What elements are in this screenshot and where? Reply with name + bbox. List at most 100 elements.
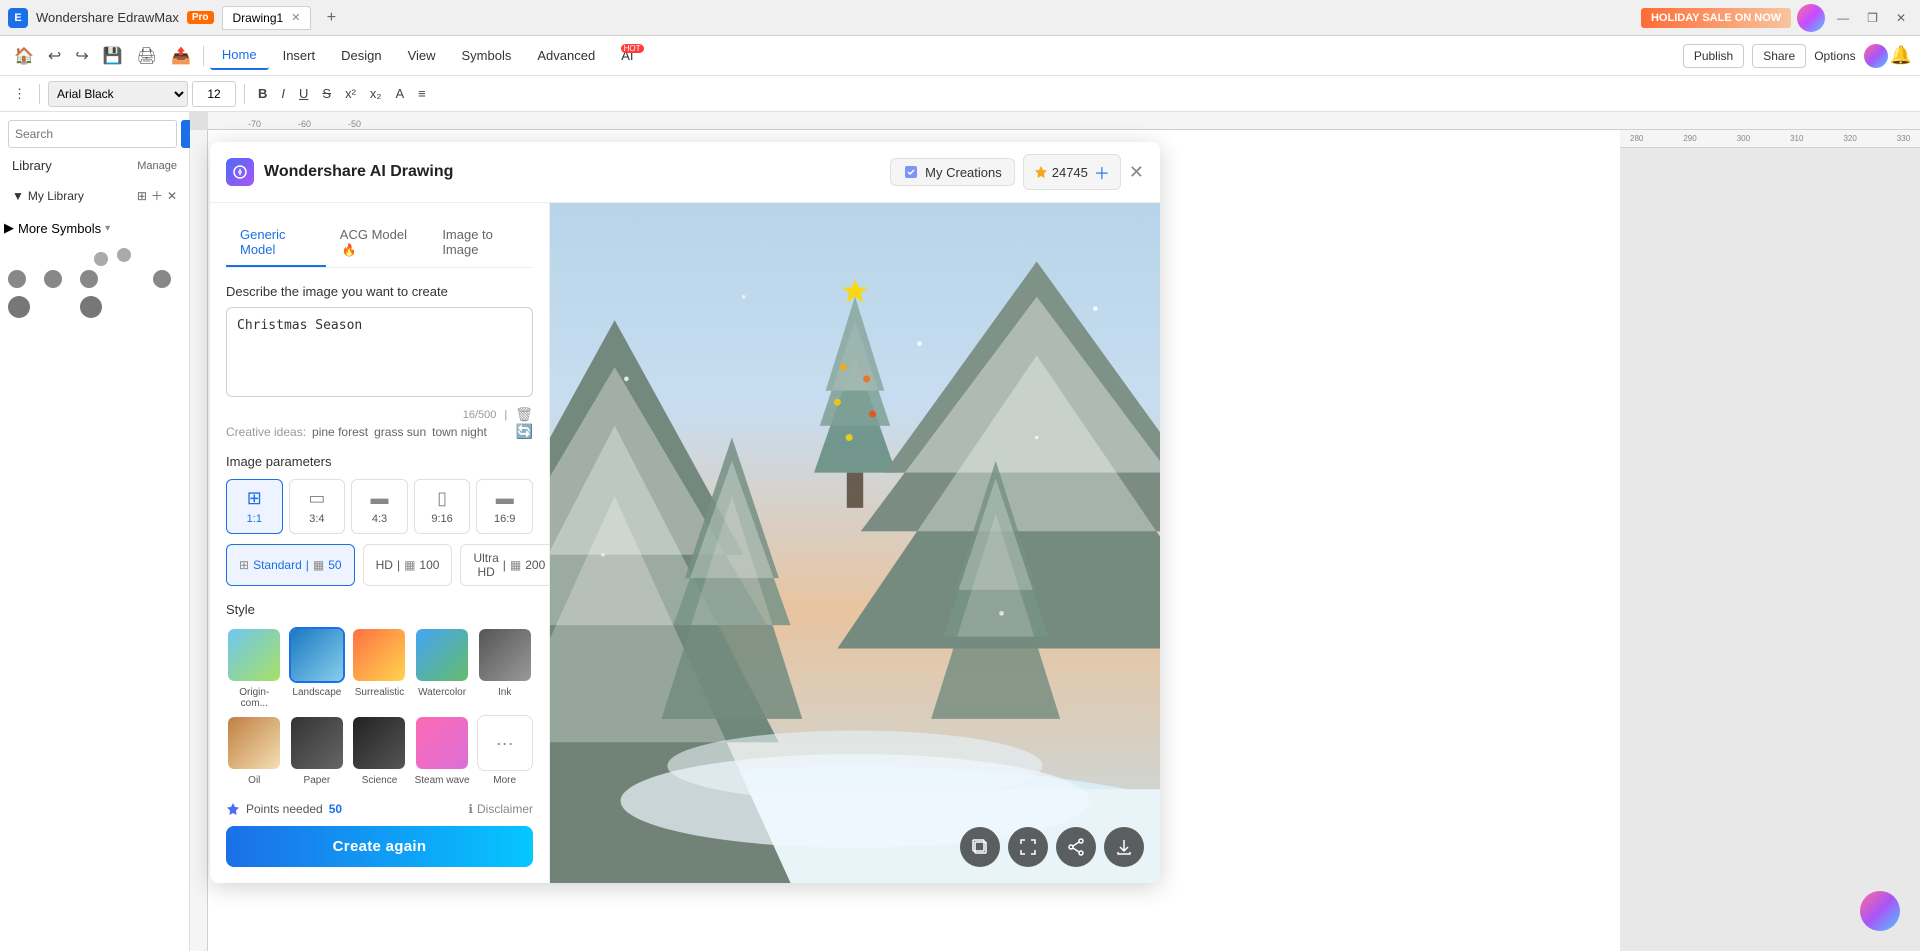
strikethrough-button[interactable]: S — [317, 83, 336, 104]
close-ai-panel-button[interactable]: ✕ — [1129, 162, 1144, 183]
tab-acg-model[interactable]: ACG Model 🔥 — [326, 219, 429, 267]
font-color-button[interactable]: A — [390, 83, 409, 104]
style-paper[interactable]: Paper — [289, 715, 346, 786]
tab-generic-model[interactable]: Generic Model — [226, 219, 326, 267]
toolbar-symbol-btn[interactable]: ⋮ — [8, 83, 31, 105]
symbol-item[interactable] — [80, 270, 98, 288]
symbol-item[interactable] — [153, 270, 171, 288]
export-button[interactable]: 📤 — [165, 42, 197, 70]
add-credits-button[interactable]: ＋ — [1094, 160, 1110, 184]
home-icon-button[interactable]: 🏠 — [8, 42, 40, 70]
refresh-ideas-button[interactable]: 🔄 — [516, 423, 533, 440]
symbol-item — [153, 248, 163, 258]
ratio-icon: ▭ — [308, 488, 325, 509]
style-steam-thumb — [414, 715, 470, 771]
style-more[interactable]: ··· More — [476, 715, 533, 786]
add-library-button[interactable]: ＋ — [151, 187, 163, 204]
symbol-item[interactable] — [8, 296, 30, 318]
restore-button[interactable]: ❐ — [1861, 9, 1884, 27]
font-family-select[interactable]: Arial Black — [48, 81, 188, 107]
publish-button[interactable]: Publish — [1683, 44, 1744, 68]
ratio-1-1-button[interactable]: ⊞ 1:1 — [226, 479, 283, 534]
download-image-button[interactable] — [1104, 827, 1144, 867]
tab-home[interactable]: Home — [210, 41, 269, 70]
style-watercolor[interactable]: Watercolor — [414, 627, 471, 709]
share-image-button[interactable] — [1056, 827, 1096, 867]
bold-button[interactable]: B — [253, 83, 272, 104]
ratio-label: 16:9 — [494, 513, 515, 525]
list-button[interactable]: ≡ — [413, 83, 431, 104]
style-watercolor-label: Watercolor — [418, 687, 466, 698]
search-input[interactable] — [8, 120, 177, 148]
manage-button[interactable]: Manage — [137, 160, 177, 172]
ultrahd-label: Ultra HD — [473, 551, 498, 579]
ratio-label: 4:3 — [372, 513, 387, 525]
symbol-item — [117, 296, 127, 306]
symbol-item[interactable] — [117, 248, 131, 262]
more-symbols-button[interactable]: ▶ More Symbols ▾ — [4, 220, 110, 236]
subscript-button[interactable]: x₂ — [365, 83, 387, 104]
grid-view-button[interactable]: ⊞ — [137, 187, 147, 204]
tab-view[interactable]: View — [396, 42, 448, 69]
idea-town-night[interactable]: town night — [432, 425, 487, 439]
close-button[interactable]: ✕ — [1890, 9, 1912, 27]
model-tabs: Generic Model ACG Model 🔥 Image to Image — [226, 219, 533, 268]
style-surrealistic[interactable]: Surrealistic — [351, 627, 408, 709]
style-ink[interactable]: Ink — [476, 627, 533, 709]
symbol-item[interactable] — [94, 252, 108, 266]
chevron-right-icon: ▶ — [4, 220, 14, 236]
quality-standard-button[interactable]: ⊞ Standard | ▦ 50 — [226, 544, 355, 586]
minimize-button[interactable]: — — [1831, 9, 1855, 27]
description-textarea[interactable]: Christmas Season — [226, 307, 533, 397]
symbol-item[interactable] — [44, 270, 62, 288]
holiday-sale-button[interactable]: HOLIDAY SALE ON NOW — [1641, 8, 1791, 28]
style-science[interactable]: Science — [351, 715, 408, 786]
tab-ai[interactable]: AIHOT — [609, 42, 645, 69]
user-avatar[interactable] — [1864, 44, 1888, 68]
idea-grass-sun[interactable]: grass sun — [374, 425, 426, 439]
copy-image-button[interactable] — [960, 827, 1000, 867]
style-oil[interactable]: Oil — [226, 715, 283, 786]
my-creations-button[interactable]: My Creations — [890, 158, 1015, 186]
italic-button[interactable]: I — [276, 83, 290, 104]
redo-button[interactable]: ↪ — [69, 42, 94, 70]
credits-button[interactable]: 24745 ＋ — [1023, 154, 1121, 190]
quality-ultrahd-button[interactable]: Ultra HD | ▦ 200 — [460, 544, 550, 586]
save-button[interactable]: 💾 — [97, 42, 129, 70]
tab-close-icon[interactable]: ✕ — [291, 11, 300, 24]
close-library-button[interactable]: ✕ — [167, 187, 177, 204]
my-library-row: ▼ My Library ⊞ ＋ ✕ — [8, 183, 181, 208]
ratio-16-9-button[interactable]: ▬ 16:9 — [476, 479, 533, 534]
font-size-input[interactable] — [192, 81, 236, 107]
standard-value: 50 — [328, 558, 341, 572]
clear-description-button[interactable]: 🗑 — [515, 406, 533, 423]
create-again-button[interactable]: Create again — [226, 826, 533, 867]
expand-image-button[interactable] — [1008, 827, 1048, 867]
print-button[interactable]: 🖨 — [131, 42, 163, 70]
tab-advanced[interactable]: Advanced — [525, 42, 607, 69]
tab-insert[interactable]: Insert — [271, 42, 328, 69]
idea-pine-forest[interactable]: pine forest — [312, 425, 368, 439]
canvas-area[interactable]: -70 -60 -50 Wondershare AI Drawing My Cr… — [190, 112, 1920, 951]
ratio-9-16-button[interactable]: ▯ 9:16 — [414, 479, 471, 534]
quality-hd-button[interactable]: HD | ▦ 100 — [363, 544, 453, 586]
underline-button[interactable]: U — [294, 83, 313, 104]
undo-button[interactable]: ↩ — [42, 42, 67, 70]
avatar[interactable] — [1797, 4, 1825, 32]
disclaimer-button[interactable]: ℹ Disclaimer — [468, 802, 533, 816]
tab-design[interactable]: Design — [329, 42, 393, 69]
ratio-3-4-button[interactable]: ▭ 3:4 — [289, 479, 346, 534]
ratio-4-3-button[interactable]: ▬ 4:3 — [351, 479, 408, 534]
drawing-tab[interactable]: Drawing1 ✕ — [222, 6, 312, 30]
symbol-item[interactable] — [8, 270, 26, 288]
superscript-button[interactable]: x² — [340, 83, 361, 104]
add-tab-button[interactable]: + — [319, 6, 343, 30]
style-steam-wave[interactable]: Steam wave — [414, 715, 471, 786]
tab-image-to-image[interactable]: Image to Image — [428, 219, 533, 267]
style-origin[interactable]: Origin-com... — [226, 627, 283, 709]
tab-symbols[interactable]: Symbols — [450, 42, 524, 69]
symbol-item[interactable] — [80, 296, 102, 318]
style-landscape[interactable]: Landscape — [289, 627, 346, 709]
share-button[interactable]: Share — [1752, 44, 1806, 68]
options-button[interactable]: Options — [1814, 49, 1855, 63]
